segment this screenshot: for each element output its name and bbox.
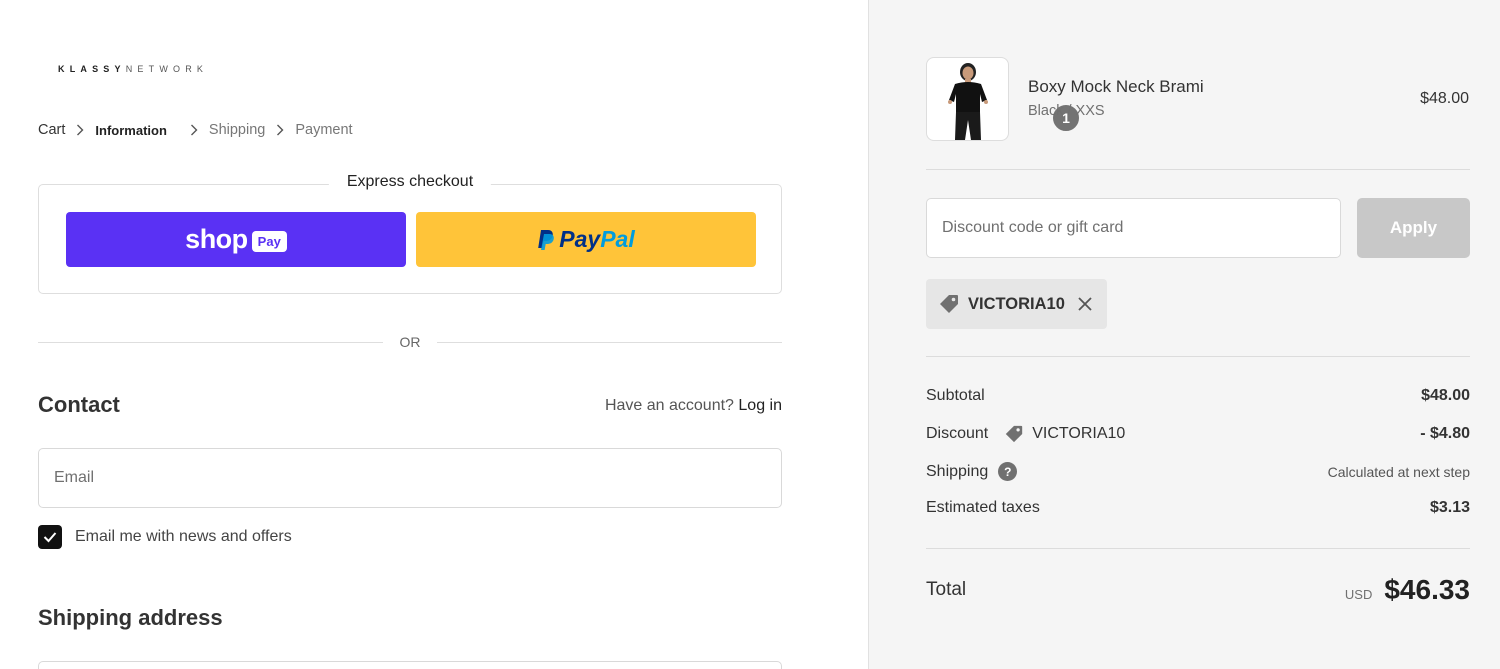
taxes-row: Estimated taxes $3.13 bbox=[926, 499, 1470, 517]
discount-label: Discount bbox=[926, 425, 989, 442]
checkmark-icon bbox=[43, 532, 57, 543]
checkout-main: KLASSYNETWORK Cart Information Shipping … bbox=[0, 0, 868, 669]
account-prompt: Have an account? Log in bbox=[605, 397, 782, 415]
discount-value: - $4.80 bbox=[1420, 425, 1470, 442]
paypal-button[interactable]: PayPal bbox=[416, 212, 756, 267]
total-row: Total USD $46.33 bbox=[926, 574, 1470, 606]
discount-row: Discount VICTORIA10 - $4.80 bbox=[926, 424, 1470, 444]
divider bbox=[926, 169, 1470, 170]
logo-bold-text: KLASSY bbox=[58, 64, 126, 74]
login-link[interactable]: Log in bbox=[738, 397, 782, 414]
taxes-label: Estimated taxes bbox=[926, 499, 1040, 516]
breadcrumb-shipping: Shipping bbox=[208, 122, 266, 138]
applied-discount-chip: VICTORIA10 bbox=[926, 279, 1107, 329]
applied-discount-code: VICTORIA10 bbox=[968, 294, 1065, 313]
discount-code-text: VICTORIA10 bbox=[1032, 425, 1126, 442]
divider bbox=[926, 548, 1470, 549]
shipping-value: Calculated at next step bbox=[1327, 463, 1470, 480]
express-checkout-box: Express checkout shop Pay PayPal bbox=[38, 173, 782, 294]
order-summary: 1 Boxy Mock Neck Brami Black / XXS $48.0… bbox=[868, 0, 1500, 669]
product-thumbnail: 1 bbox=[926, 57, 1080, 141]
tag-icon bbox=[1006, 425, 1023, 443]
shipping-address-heading: Shipping address bbox=[38, 605, 223, 630]
total-amount-group: USD $46.33 bbox=[1345, 574, 1470, 606]
express-checkout-title: Express checkout bbox=[328, 173, 492, 191]
breadcrumb-information: Information bbox=[95, 122, 167, 138]
shop-pay-wordmark: shop bbox=[185, 224, 248, 254]
currency-code: USD bbox=[1344, 587, 1373, 602]
breadcrumb: Cart Information Shipping Payment bbox=[38, 122, 353, 138]
chevron-right-icon bbox=[179, 124, 209, 136]
shop-pay-badge: Pay bbox=[251, 230, 287, 252]
discount-code-tag: VICTORIA10 bbox=[1004, 424, 1125, 444]
discount-label-group: Discount VICTORIA10 bbox=[926, 424, 1125, 444]
have-account-text: Have an account? bbox=[604, 397, 734, 414]
logo-light-text: NETWORK bbox=[125, 64, 209, 74]
paypal-wordmark: PayPal bbox=[559, 226, 634, 253]
newsletter-checkbox[interactable] bbox=[38, 525, 62, 549]
subtotal-label: Subtotal bbox=[926, 387, 985, 404]
product-variant: Black / XXS bbox=[1028, 103, 1105, 119]
contact-heading: Contact bbox=[38, 392, 120, 417]
shipping-label-group: Shipping ? bbox=[926, 462, 1018, 481]
breadcrumb-payment: Payment bbox=[295, 122, 353, 138]
total-value: $46.33 bbox=[1384, 574, 1470, 605]
paypal-icon bbox=[538, 229, 555, 250]
paypal-word-pay: Pay bbox=[559, 226, 601, 252]
divider bbox=[437, 342, 782, 343]
tag-icon bbox=[940, 295, 958, 313]
or-separator: OR bbox=[399, 334, 421, 350]
help-icon[interactable]: ? bbox=[998, 462, 1018, 481]
paypal-word-pal: Pal bbox=[600, 226, 635, 252]
breadcrumb-cart[interactable]: Cart bbox=[38, 122, 65, 138]
apply-discount-button[interactable]: Apply bbox=[1357, 198, 1470, 258]
divider bbox=[926, 356, 1470, 357]
chevron-right-icon bbox=[265, 124, 295, 136]
shipping-label: Shipping bbox=[926, 462, 989, 480]
shop-pay-button[interactable]: shop Pay bbox=[66, 212, 406, 267]
close-icon[interactable] bbox=[1077, 296, 1093, 312]
newsletter-option[interactable]: Email me with news and offers bbox=[38, 525, 292, 549]
email-field[interactable] bbox=[38, 448, 782, 508]
subtotal-row: Subtotal $48.00 bbox=[926, 387, 1470, 405]
taxes-value: $3.13 bbox=[1429, 499, 1470, 516]
shipping-address-field[interactable] bbox=[38, 661, 782, 669]
store-logo[interactable]: KLASSYNETWORK bbox=[58, 64, 208, 74]
chevron-right-icon bbox=[65, 124, 95, 136]
product-name: Boxy Mock Neck Brami bbox=[1028, 77, 1204, 96]
divider bbox=[38, 342, 383, 343]
newsletter-label: Email me with news and offers bbox=[75, 528, 292, 545]
discount-code-input[interactable] bbox=[926, 198, 1341, 258]
product-price: $48.00 bbox=[1420, 90, 1469, 107]
total-label: Total bbox=[926, 579, 967, 600]
shipping-row: Shipping ? Calculated at next step bbox=[926, 462, 1470, 481]
subtotal-value: $48.00 bbox=[1421, 387, 1470, 404]
product-image bbox=[948, 63, 988, 140]
